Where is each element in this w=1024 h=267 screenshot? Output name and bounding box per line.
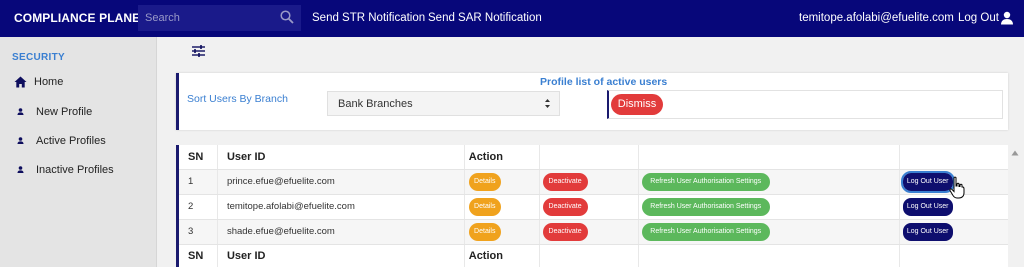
sidebar-item-label: Home — [34, 76, 64, 88]
header-empty — [539, 145, 639, 170]
cell-refresh: Refresh User Authorisation Settings — [638, 169, 900, 195]
hand-cursor-icon — [949, 176, 965, 199]
user-icon[interactable] — [1000, 11, 1014, 25]
filter-panel: Profile list of active users Sort Users … — [176, 73, 1008, 130]
cell-logout: Log Out User — [899, 219, 1008, 245]
top-navbar: COMPLIANCE PLANET Send STR Notification … — [0, 0, 1024, 37]
logout-user-button[interactable]: Log Out User — [902, 197, 953, 216]
nav-send-sar[interactable]: Send SAR Notification — [428, 12, 542, 24]
person-icon — [17, 108, 24, 115]
logout-user-button[interactable]: Log Out User — [900, 170, 955, 193]
footer-action: Action — [464, 244, 540, 267]
refresh-authorisation-button[interactable]: Refresh User Authorisation Settings — [641, 222, 770, 241]
cell-details: Details — [464, 169, 540, 195]
footer-empty — [899, 244, 1008, 267]
person-icon — [17, 166, 24, 173]
header-action: Action — [464, 145, 540, 170]
header-sn: SN — [179, 145, 218, 170]
user-email: temitope.afolabi@efuelite.com — [799, 12, 954, 24]
cell-deactivate: Deactivate — [539, 169, 639, 195]
search-box — [138, 5, 301, 31]
logout-user-button[interactable]: Log Out User — [902, 222, 953, 241]
sidebar-item-active-profiles[interactable]: Active Profiles — [0, 131, 157, 153]
active-users-table: SN User ID Action 1 prince.efue@efuelite… — [179, 145, 1008, 267]
select-arrows-icon — [545, 99, 550, 108]
details-button[interactable]: Details — [468, 172, 501, 191]
branch-select[interactable]: Bank Branches — [327, 91, 560, 116]
sidebar-item-label: Inactive Profiles — [36, 164, 114, 176]
branch-select-value: Bank Branches — [338, 98, 413, 110]
deactivate-button[interactable]: Deactivate — [542, 197, 588, 216]
cell-refresh: Refresh User Authorisation Settings — [638, 219, 900, 245]
sidebar-item-new-profile[interactable]: New Profile — [0, 102, 157, 124]
users-table-container: SN User ID Action 1 prince.efue@efuelite… — [176, 145, 1008, 267]
refresh-authorisation-button[interactable]: Refresh User Authorisation Settings — [641, 197, 770, 216]
person-icon — [17, 137, 24, 144]
logout-link[interactable]: Log Out — [958, 12, 999, 24]
footer-empty — [638, 244, 900, 267]
sort-by-branch-label: Sort Users By Branch — [187, 93, 288, 105]
table-row: 2 temitope.afolabi@efuelite.com Details … — [179, 194, 1008, 220]
footer-user-id: User ID — [217, 244, 465, 267]
dismiss-button[interactable]: Dismiss — [611, 94, 663, 115]
filter-sliders-icon[interactable] — [191, 44, 206, 58]
dismiss-container: Dismiss — [607, 90, 1003, 119]
cell-user-id: temitope.afolabi@efuelite.com — [217, 194, 465, 220]
cell-sn: 2 — [179, 194, 218, 220]
cell-user-id: prince.efue@efuelite.com — [217, 169, 465, 195]
table-header-row: SN User ID Action — [179, 145, 1008, 170]
cell-user-id: shade.efue@efuelite.com — [217, 219, 465, 245]
deactivate-button[interactable]: Deactivate — [542, 222, 588, 241]
deactivate-button[interactable]: Deactivate — [542, 172, 588, 191]
sidebar-section-title: SECURITY — [12, 52, 65, 63]
sidebar-item-label: Active Profiles — [36, 135, 106, 147]
cell-deactivate: Deactivate — [539, 219, 639, 245]
footer-empty — [539, 244, 639, 267]
cell-details: Details — [464, 194, 540, 220]
cell-sn: 3 — [179, 219, 218, 245]
sidebar-item-home[interactable]: Home — [0, 72, 157, 94]
header-empty — [638, 145, 900, 170]
cell-deactivate: Deactivate — [539, 194, 639, 220]
table-row: 3 shade.efue@efuelite.com Details Deacti… — [179, 219, 1008, 245]
footer-sn: SN — [179, 244, 218, 267]
details-button[interactable]: Details — [468, 222, 501, 241]
panel-title: Profile list of active users — [540, 76, 668, 88]
table-footer-row: SN User ID Action — [179, 244, 1008, 267]
cell-refresh: Refresh User Authorisation Settings — [638, 194, 900, 220]
app-brand[interactable]: COMPLIANCE PLANET — [14, 11, 148, 25]
sidebar-item-label: New Profile — [36, 106, 93, 118]
search-icon[interactable] — [280, 10, 294, 24]
cell-sn: 1 — [179, 169, 218, 195]
nav-send-str[interactable]: Send STR Notification — [312, 12, 425, 24]
sidebar: SECURITY Home New Profile Active Profile… — [0, 37, 157, 267]
refresh-authorisation-button[interactable]: Refresh User Authorisation Settings — [641, 172, 770, 191]
search-input[interactable] — [138, 5, 274, 31]
scroll-up-arrow-icon[interactable] — [1011, 149, 1019, 157]
table-row: 1 prince.efue@efuelite.com Details Deact… — [179, 169, 1008, 195]
header-user-id: User ID — [217, 145, 465, 170]
home-icon — [14, 76, 27, 88]
details-button[interactable]: Details — [468, 197, 501, 216]
header-empty — [899, 145, 1008, 170]
cell-details: Details — [464, 219, 540, 245]
sidebar-item-inactive-profiles[interactable]: Inactive Profiles — [0, 160, 157, 182]
